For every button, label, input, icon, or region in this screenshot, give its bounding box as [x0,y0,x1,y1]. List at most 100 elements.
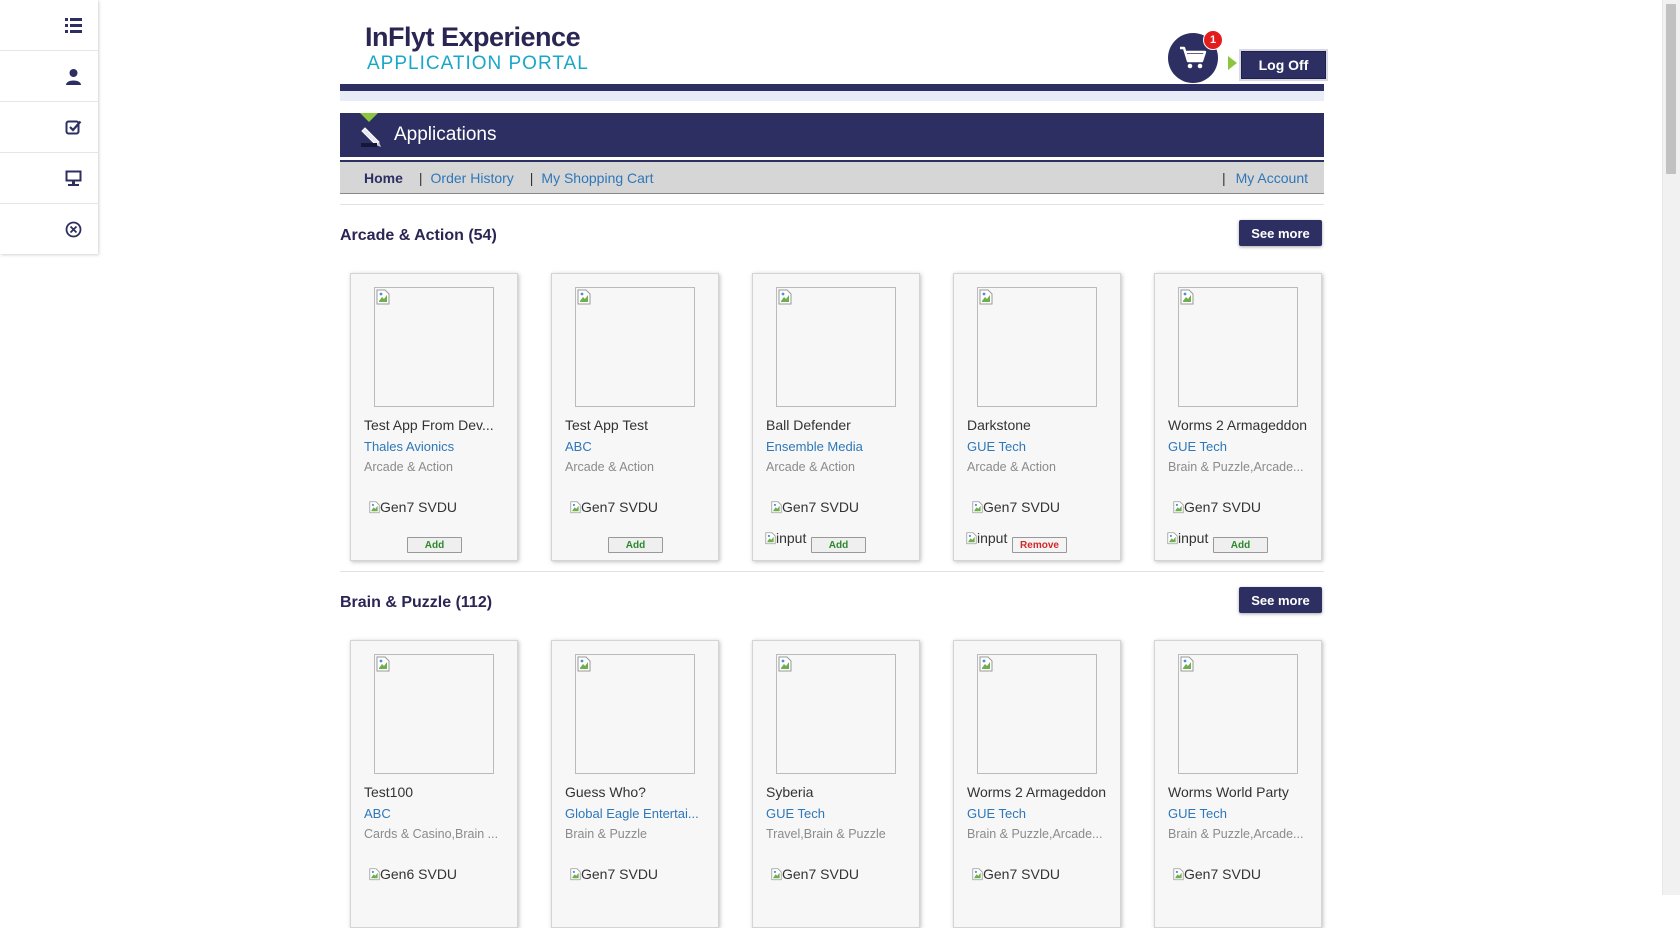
nav-home[interactable]: Home [364,170,403,186]
logo-title: InFlyt Experience [365,22,581,52]
device-badge: Gen7 SVDU [972,866,1060,882]
app-card[interactable]: Guess Who? Global Eagle Entertai... Brain … [551,640,719,928]
app-card[interactable]: Syberia GUE Tech Travel,Brain & Puzzle Gen7… [752,640,920,928]
nav-shopping-cart[interactable]: My Shopping Cart [541,170,653,186]
app-thumbnail[interactable] [1178,287,1298,407]
app-developer[interactable]: GUE Tech [766,806,911,821]
nav-order-history[interactable]: Order History [431,170,514,186]
app-developer[interactable]: GUE Tech [967,439,1112,454]
app-developer[interactable]: ABC [565,439,710,454]
device-badge: Gen7 SVDU [369,499,457,515]
app-name[interactable]: Syberia [766,784,911,800]
app-developer[interactable]: Global Eagle Entertai... [565,806,710,821]
log-off-button[interactable]: Log Off [1241,51,1326,79]
app-name[interactable]: Guess Who? [565,784,710,800]
app-card[interactable]: Test100 ABC Cards & Casino,Brain ... Gen6 S… [350,640,518,928]
app-card[interactable]: Worms 2 Armageddon GUE Tech Brain & Puzzle… [1154,273,1322,561]
app-card[interactable]: Worms 2 Armageddon GUE Tech Brain & Puzzle… [953,640,1121,928]
app-name[interactable]: Test100 [364,784,509,800]
app-developer[interactable]: GUE Tech [1168,439,1313,454]
see-more-button[interactable]: See more [1239,587,1322,613]
broken-image-icon [1173,868,1184,881]
app-name[interactable]: Worms 2 Armageddon [1168,417,1313,433]
sub-navigation: Home | Order History | My Shopping Cart … [340,160,1324,194]
broken-image-icon [376,656,390,672]
vertical-scrollbar[interactable] [1662,0,1680,895]
app-name[interactable]: Worms 2 Armageddon [967,784,1112,800]
app-thumbnail[interactable] [575,287,695,407]
app-category: Arcade & Action [565,460,654,474]
app-developer[interactable]: GUE Tech [1168,806,1313,821]
broken-image-icon [778,289,792,305]
app-thumbnail[interactable] [977,287,1097,407]
section-title: Arcade & Action (54) [340,227,497,244]
card-row: Test100 ABC Cards & Casino,Brain ... Gen6 S… [340,624,1324,928]
scrollbar-thumb[interactable] [1666,4,1676,174]
app-thumbnail[interactable] [1178,654,1298,774]
broken-image-icon [570,501,581,514]
broken-image-icon [577,656,591,672]
app-card[interactable]: Test App Test ABC Arcade & Action Gen7 SVDU… [551,273,719,561]
applications-title: Applications [394,124,497,145]
device-badge: Gen7 SVDU [1173,866,1261,882]
broken-image-icon [979,656,993,672]
app-card[interactable]: Darkstone GUE Tech Arcade & Action Gen7 SVD… [953,273,1121,561]
sidenav-user[interactable] [0,51,98,102]
sidenav-display[interactable] [0,153,98,204]
device-label: Gen6 SVDU [380,866,458,882]
app-thumbnail[interactable] [374,287,494,407]
app-category: Arcade & Action [364,460,453,474]
device-label: Gen7 SVDU [581,866,659,882]
logo-subtitle: APPLICATION PORTAL [367,53,589,74]
device-label: Gen7 SVDU [782,499,860,515]
add-to-cart-button[interactable]: Add [407,537,462,553]
sidenav-close[interactable] [0,204,98,254]
sidenav-list[interactable] [0,0,98,51]
add-to-cart-button[interactable]: Add [811,537,866,553]
arrow-indicator [1228,56,1237,70]
broken-image-icon [1180,656,1194,672]
broken-image-icon [1180,289,1194,305]
add-to-cart-button[interactable]: Add [608,537,663,553]
cart-icon [1180,46,1207,69]
add-to-cart-button[interactable]: Add [1213,537,1268,553]
app-name[interactable]: Test App From Dev... [364,417,509,433]
app-name[interactable]: Ball Defender [766,417,911,433]
app-card[interactable]: Test App From Dev... Thales Avionics Arcad… [350,273,518,561]
sidenav-tasks[interactable] [0,102,98,153]
app-thumbnail[interactable] [575,654,695,774]
app-developer[interactable]: ABC [364,806,509,821]
cart-count-badge: 1 [1203,30,1223,50]
app-developer[interactable]: Thales Avionics [364,439,509,454]
app-thumbnail[interactable] [776,287,896,407]
device-label: Gen7 SVDU [1184,499,1262,515]
app-thumbnail[interactable] [776,654,896,774]
device-badge: Gen7 SVDU [771,866,859,882]
app-thumbnail[interactable] [374,654,494,774]
app-developer[interactable]: GUE Tech [967,806,1112,821]
app-name[interactable]: Test App Test [565,417,710,433]
app-developer[interactable]: Ensemble Media [766,439,911,454]
app-card[interactable]: Worms World Party GUE Tech Brain & Puzzle,… [1154,640,1322,928]
broken-image-icon [972,501,983,514]
input-badge: input [765,530,806,546]
broken-image-icon [966,532,977,545]
card-row: Test App From Dev... Thales Avionics Arcad… [340,257,1324,561]
broken-image-icon [369,868,380,881]
see-more-button[interactable]: See more [1239,220,1322,246]
app-thumbnail[interactable] [977,654,1097,774]
app-name[interactable]: Worms World Party [1168,784,1313,800]
header-stripe-light [340,91,1324,101]
device-badge: Gen7 SVDU [972,499,1060,515]
app-card[interactable]: Ball Defender Ensemble Media Arcade & Acti… [752,273,920,561]
nav-right: | My Account [1222,170,1308,186]
broken-image-icon [765,532,776,545]
app-category: Brain & Puzzle,Arcade... [967,827,1103,841]
app-name[interactable]: Darkstone [967,417,1112,433]
input-badge: input [966,530,1007,546]
remove-to-cart-button[interactable]: Remove [1012,537,1067,553]
input-label: input [776,530,807,546]
nav-my-account[interactable]: My Account [1236,170,1308,186]
device-badge: Gen7 SVDU [771,499,859,515]
side-nav [0,0,98,254]
